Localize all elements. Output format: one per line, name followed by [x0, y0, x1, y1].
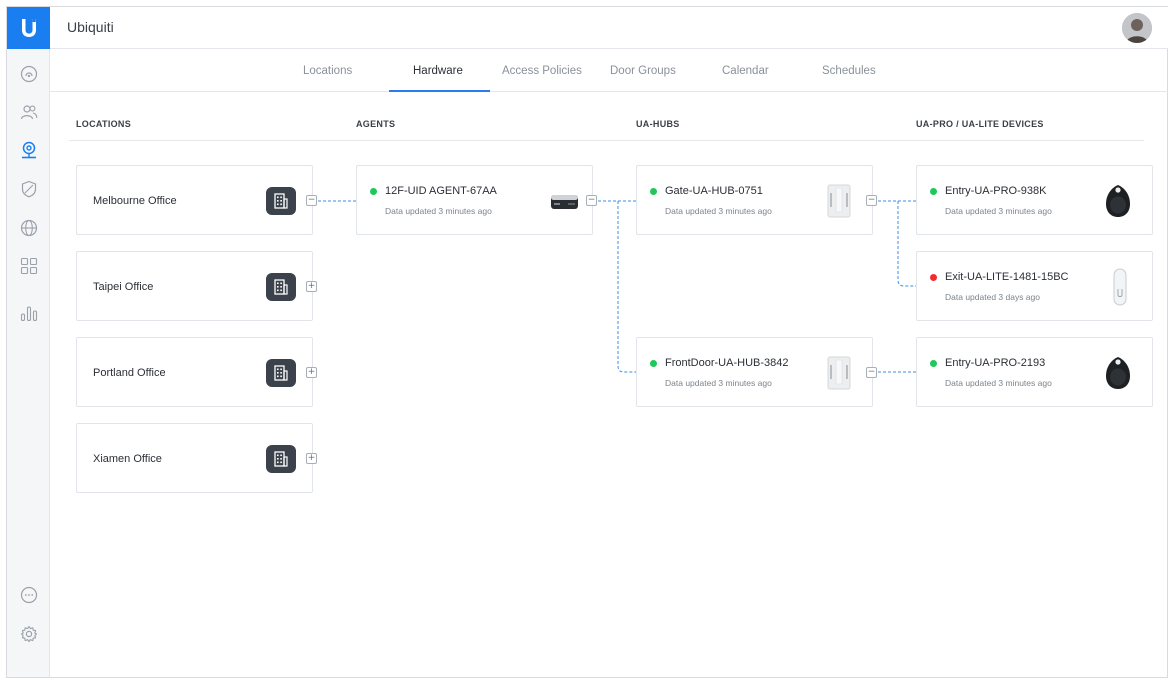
- globe-icon[interactable]: [19, 218, 39, 238]
- location-name: Xiamen Office: [93, 453, 162, 465]
- tab-bar: Locations Hardware Access Policies Door …: [50, 49, 1168, 92]
- agent-status: Data updated 3 minutes ago: [385, 206, 492, 216]
- offline-status-dot: [930, 274, 937, 281]
- location-name: Portland Office: [93, 367, 166, 379]
- online-status-dot: [650, 188, 657, 195]
- avatar[interactable]: [1122, 13, 1152, 43]
- column-divider: [69, 140, 1144, 141]
- device-status: Data updated 3 days ago: [945, 292, 1040, 302]
- location-card-melbourne[interactable]: Melbourne Office: [76, 165, 313, 235]
- tab-calendar[interactable]: Calendar: [722, 65, 769, 77]
- apps-icon[interactable]: [19, 256, 39, 276]
- device-card-exit-15bc[interactable]: Exit-UA-LITE-1481-15BC Data updated 3 da…: [916, 251, 1153, 321]
- ua-pro-reader-icon: [1106, 185, 1130, 217]
- hub-status: Data updated 3 minutes ago: [665, 378, 772, 388]
- users-icon[interactable]: [19, 102, 39, 122]
- device-name: Entry-UA-PRO-938K: [945, 185, 1047, 197]
- active-tab-indicator: [389, 90, 490, 92]
- tab-door-groups[interactable]: Door Groups: [610, 65, 676, 77]
- top-header: Ubiquiti: [50, 7, 1168, 49]
- device-status: Data updated 3 minutes ago: [945, 206, 1052, 216]
- hub-card-frontdoor[interactable]: FrontDoor-UA-HUB-3842 Data updated 3 min…: [636, 337, 873, 407]
- hub-device-icon: [827, 356, 851, 390]
- column-title-hubs: UA-HUBS: [636, 119, 680, 129]
- ua-lite-reader-icon: [1113, 268, 1127, 306]
- chat-icon[interactable]: [19, 585, 39, 605]
- ubiquiti-logo[interactable]: [7, 7, 50, 49]
- building-icon: [266, 359, 296, 387]
- expand-toggle[interactable]: +: [306, 367, 317, 378]
- collapse-toggle[interactable]: −: [866, 367, 877, 378]
- expand-toggle[interactable]: +: [306, 281, 317, 292]
- location-card-xiamen[interactable]: Xiamen Office: [76, 423, 313, 493]
- hub-status: Data updated 3 minutes ago: [665, 206, 772, 216]
- collapse-toggle[interactable]: −: [866, 195, 877, 206]
- column-title-agents: AGENTS: [356, 119, 396, 129]
- ubiquiti-u-icon: [21, 19, 36, 37]
- device-card-entry-2193[interactable]: Entry-UA-PRO-2193 Data updated 3 minutes…: [916, 337, 1153, 407]
- online-status-dot: [930, 188, 937, 195]
- access-icon[interactable]: [19, 140, 39, 160]
- agent-device-icon: [551, 195, 578, 209]
- app-title: Ubiquiti: [67, 19, 114, 35]
- collapse-toggle[interactable]: −: [586, 195, 597, 206]
- hub-card-gate[interactable]: Gate-UA-HUB-0751 Data updated 3 minutes …: [636, 165, 873, 235]
- device-status: Data updated 3 minutes ago: [945, 378, 1052, 388]
- online-status-dot: [650, 360, 657, 367]
- column-title-devices: UA-PRO / UA-LITE DEVICES: [916, 119, 1044, 129]
- tab-access-policies[interactable]: Access Policies: [502, 65, 582, 77]
- sidebar: [7, 7, 50, 677]
- settings-icon[interactable]: [19, 624, 39, 644]
- location-name: Melbourne Office: [93, 195, 177, 207]
- device-name: Exit-UA-LITE-1481-15BC: [945, 271, 1069, 283]
- agent-name: 12F-UID AGENT-67AA: [385, 185, 497, 197]
- ua-pro-reader-icon: [1106, 357, 1130, 389]
- online-status-dot: [370, 188, 377, 195]
- shield-icon[interactable]: [19, 179, 39, 199]
- column-title-locations: LOCATIONS: [76, 119, 132, 129]
- collapse-toggle[interactable]: −: [306, 195, 317, 206]
- building-icon: [266, 445, 296, 473]
- device-card-entry-938k[interactable]: Entry-UA-PRO-938K Data updated 3 minutes…: [916, 165, 1153, 235]
- building-icon: [266, 273, 296, 301]
- agent-card[interactable]: 12F-UID AGENT-67AA Data updated 3 minute…: [356, 165, 593, 235]
- stats-icon[interactable]: [19, 303, 39, 323]
- location-name: Taipei Office: [93, 281, 154, 293]
- hub-device-icon: [827, 184, 851, 218]
- tab-schedules[interactable]: Schedules: [822, 65, 876, 77]
- device-name: Entry-UA-PRO-2193: [945, 357, 1046, 369]
- building-icon: [266, 187, 296, 215]
- dashboard-icon[interactable]: [19, 64, 39, 84]
- expand-toggle[interactable]: +: [306, 453, 317, 464]
- online-status-dot: [930, 360, 937, 367]
- location-card-taipei[interactable]: Taipei Office: [76, 251, 313, 321]
- tab-hardware[interactable]: Hardware: [413, 65, 463, 77]
- location-card-portland[interactable]: Portland Office: [76, 337, 313, 407]
- hub-name: Gate-UA-HUB-0751: [665, 185, 763, 197]
- tab-locations[interactable]: Locations: [303, 65, 352, 77]
- user-avatar-icon: [1122, 13, 1152, 43]
- hub-name: FrontDoor-UA-HUB-3842: [665, 357, 789, 369]
